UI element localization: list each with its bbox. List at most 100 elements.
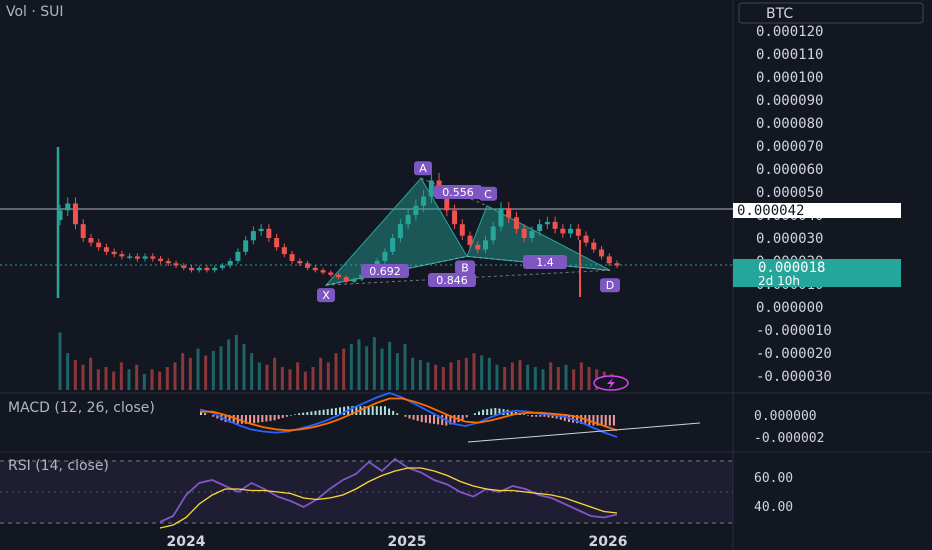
- lightning-badge[interactable]: [593, 375, 629, 391]
- macd-histogram-bar: [486, 409, 489, 415]
- time-tick-2024: 2024: [167, 534, 206, 550]
- candle-body: [88, 238, 94, 243]
- candle-body: [475, 244, 481, 250]
- volume-bar: [288, 369, 292, 390]
- price-tick-9: 0.000030: [756, 231, 823, 247]
- price-tick-5: 0.000070: [756, 139, 823, 155]
- macd-histogram-bar: [379, 406, 382, 415]
- candle-body: [583, 235, 589, 243]
- price-tick-3: 0.000090: [756, 93, 823, 109]
- volume-bar: [265, 364, 269, 390]
- currency-button[interactable]: BTC: [738, 2, 924, 24]
- pattern-point-x[interactable]: X: [317, 288, 335, 303]
- price-tick-0: 0.000120: [756, 24, 823, 40]
- volume-bar: [365, 346, 369, 390]
- macd-tick-1: -0.000002: [754, 431, 824, 446]
- pattern-point-d[interactable]: D: [600, 278, 620, 293]
- pattern-ratio-3-text: 1.4: [536, 256, 554, 269]
- candle-body: [552, 221, 558, 229]
- candle-body: [606, 256, 612, 264]
- volume-bar: [418, 360, 422, 390]
- volume-bar: [311, 367, 315, 390]
- candle-body: [134, 256, 140, 259]
- candle-body: [235, 251, 241, 261]
- volume-bar: [181, 353, 185, 390]
- macd-histogram-bar: [261, 415, 264, 423]
- volume-bar: [234, 334, 238, 390]
- macd-histogram-bar: [461, 415, 464, 420]
- volume-bar: [357, 339, 361, 390]
- macd-histogram-bar: [424, 415, 427, 423]
- candle-body: [173, 263, 179, 266]
- level-price-tag: 0.000042: [733, 203, 901, 219]
- time-tick-2026: 2026: [589, 534, 628, 550]
- candle-body: [521, 228, 527, 238]
- macd-histogram-bar: [465, 415, 468, 418]
- candle-body: [142, 256, 148, 259]
- trading-chart[interactable]: 0.000120 0.000110 0.000100 0.000090 0.000080…: [0, 0, 932, 550]
- macd-histogram-bar: [420, 415, 423, 423]
- macd-histogram-bar: [371, 406, 374, 415]
- pattern-ratio-0[interactable]: 0.556: [434, 185, 482, 199]
- macd-histogram-bar: [592, 415, 595, 426]
- pattern-point-b-text: B: [461, 261, 469, 274]
- volume-bar: [326, 362, 330, 390]
- price-tick-2: 0.000100: [756, 70, 823, 86]
- pattern-point-b[interactable]: B: [455, 260, 475, 275]
- candle-body: [127, 256, 133, 258]
- macd-tick-0: 0.000000: [754, 409, 817, 424]
- volume-bar: [480, 355, 484, 390]
- volume-bar: [257, 362, 261, 390]
- volume-bar: [572, 369, 576, 390]
- candle-body: [150, 256, 156, 259]
- volume-bar: [242, 344, 246, 390]
- volume-bar: [112, 371, 116, 390]
- candle-body: [421, 196, 427, 206]
- macd-histogram-bar: [330, 408, 333, 415]
- macd-histogram-bar: [383, 406, 386, 415]
- macd-histogram-bar: [302, 412, 305, 415]
- candle-body: [413, 205, 419, 215]
- candle-body: [219, 265, 225, 268]
- macd-histogram-bar: [334, 407, 337, 415]
- candle-body: [459, 224, 465, 236]
- price-tick-15: -0.000030: [756, 369, 832, 385]
- level-price-tag-text: 0.000042: [737, 203, 804, 219]
- pattern-ratio-1[interactable]: 0.692: [361, 264, 409, 278]
- volume-bar: [434, 364, 438, 390]
- macd-histogram-bar: [204, 413, 207, 415]
- candle-body: [405, 215, 411, 225]
- volume-bar: [549, 362, 553, 390]
- candle-body: [614, 263, 620, 266]
- candle-body: [343, 277, 349, 282]
- candle-body: [390, 238, 396, 252]
- pattern-ratio-1-text: 0.692: [369, 265, 401, 278]
- pattern-ratio-2[interactable]: 0.846: [428, 273, 476, 287]
- rsi-title: RSI (14, close): [8, 458, 109, 474]
- volume-bar: [388, 341, 392, 390]
- macd-histogram-bar: [306, 412, 309, 415]
- volume-bar: [150, 369, 154, 390]
- volume-bar: [81, 364, 85, 390]
- currency-button-label[interactable]: BTC: [766, 6, 793, 22]
- volume-bar: [464, 357, 468, 390]
- candle-body: [467, 235, 473, 245]
- pattern-ratio-3[interactable]: 1.4: [523, 255, 567, 269]
- pattern-point-a[interactable]: A: [414, 161, 432, 176]
- macd-histogram-bar: [412, 415, 415, 420]
- macd-histogram-bar: [527, 415, 530, 416]
- macd-histogram-bar: [388, 408, 391, 415]
- volume-bar: [73, 360, 77, 390]
- volume-bar: [495, 364, 499, 390]
- volume-bar: [142, 373, 146, 390]
- candle-body: [243, 240, 249, 252]
- macd-histogram-bar: [298, 413, 301, 415]
- macd-histogram-bar: [428, 415, 431, 424]
- volume-bar: [526, 364, 530, 390]
- candle-body: [212, 267, 218, 271]
- macd-histogram-bar: [240, 415, 243, 424]
- macd-histogram-bar: [375, 406, 378, 415]
- volume-bar: [579, 362, 583, 390]
- volume-bar: [587, 367, 591, 390]
- macd-histogram-bar: [404, 415, 407, 417]
